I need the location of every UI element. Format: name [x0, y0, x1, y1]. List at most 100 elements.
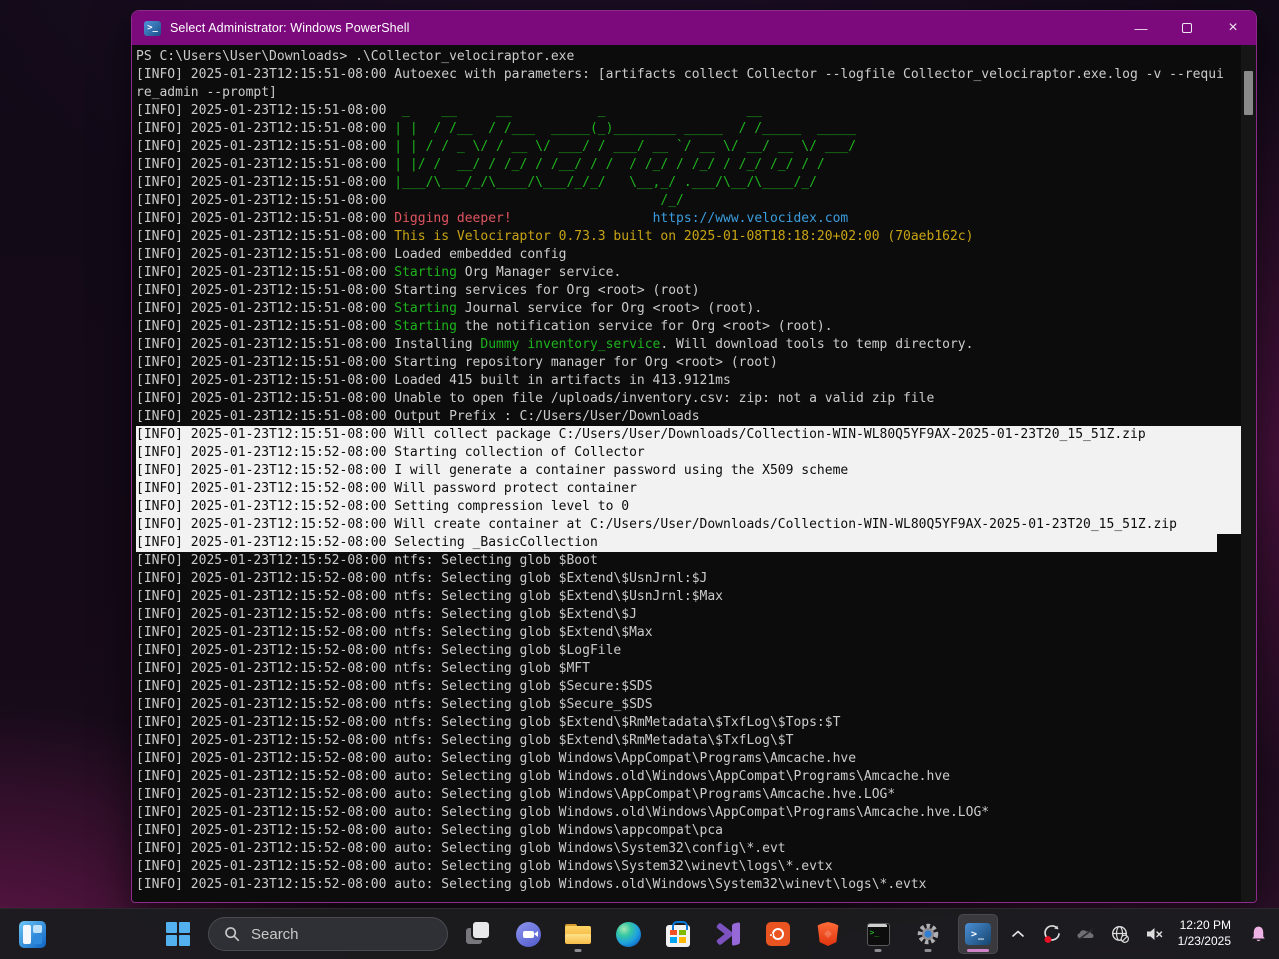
chat-icon [516, 922, 541, 947]
visual-studio-icon [716, 922, 740, 946]
start-button[interactable] [158, 914, 198, 954]
visual-studio-button[interactable] [708, 914, 748, 954]
terminal-line: [INFO] 2025-01-23T12:15:52-08:00 auto: S… [136, 804, 1241, 822]
file-explorer-icon [565, 924, 591, 944]
clock[interactable]: 12:20 PM 1/23/2025 [1174, 918, 1237, 950]
onedrive-button[interactable] [1072, 916, 1100, 952]
minimize-button[interactable]: — [1118, 11, 1164, 45]
terminal-line: [INFO] 2025-01-23T12:15:52-08:00 auto: S… [136, 876, 1241, 894]
terminal-line: [INFO] 2025-01-23T12:15:52-08:00 ntfs: S… [136, 552, 1241, 570]
terminal-line: [INFO] 2025-01-23T12:15:51-08:00 Startin… [136, 264, 1241, 282]
terminal-line: [INFO] 2025-01-23T12:15:52-08:00 ntfs: S… [136, 660, 1241, 678]
search-label: Search [251, 926, 299, 943]
terminal-line: [INFO] 2025-01-23T12:15:52-08:00 auto: S… [136, 786, 1241, 804]
start-icon [166, 922, 190, 946]
terminal-line: [INFO] 2025-01-23T12:15:52-08:00 auto: S… [136, 750, 1241, 768]
terminal-line: [INFO] 2025-01-23T12:15:51-08:00 Startin… [136, 318, 1241, 336]
task-view-icon [466, 922, 490, 946]
ubuntu-button[interactable] [758, 914, 798, 954]
microsoft-store-icon [666, 925, 690, 947]
terminal-line: [INFO] 2025-01-23T12:15:51-08:00 _ __ __… [136, 102, 1241, 120]
terminal-line: [INFO] 2025-01-23T12:15:52-08:00 ntfs: S… [136, 570, 1241, 588]
task-view-button[interactable] [458, 914, 498, 954]
terminal-line: PS C:\Users\User\Downloads> .\Collector_… [136, 48, 1241, 66]
terminal-line: [INFO] 2025-01-23T12:15:51-08:00 Loaded … [136, 246, 1241, 264]
terminal-line: [INFO] 2025-01-23T12:15:51-08:00 | | / /… [136, 138, 1241, 156]
search-box[interactable]: Search [208, 917, 448, 951]
onedrive-offline-icon [1075, 924, 1097, 944]
notification-bell-icon [1249, 924, 1268, 944]
hidden-icons-button[interactable] [1004, 916, 1032, 952]
chat-button[interactable] [508, 914, 548, 954]
terminal-line: [INFO] 2025-01-23T12:15:52-08:00 I will … [136, 462, 1241, 480]
terminal-line: [INFO] 2025-01-23T12:15:51-08:00 Unable … [136, 390, 1241, 408]
running-indicator [875, 949, 882, 952]
chevron-up-icon [1010, 926, 1026, 942]
terminal-line: [INFO] 2025-01-23T12:15:52-08:00 ntfs: S… [136, 696, 1241, 714]
taskbar: Search >_ [0, 908, 1279, 959]
network-button[interactable] [1106, 916, 1134, 952]
ubuntu-icon [766, 922, 790, 946]
edge-button[interactable] [608, 914, 648, 954]
terminal-line: [INFO] 2025-01-23T12:15:52-08:00 Will cr… [136, 516, 1241, 534]
terminal-line: [INFO] 2025-01-23T12:15:51-08:00 Install… [136, 336, 1241, 354]
terminal-line: [INFO] 2025-01-23T12:15:52-08:00 ntfs: S… [136, 606, 1241, 624]
update-pending-button[interactable] [1038, 916, 1066, 952]
window-titlebar[interactable]: >_ Select Administrator: Windows PowerSh… [132, 11, 1256, 45]
maximize-button[interactable] [1164, 11, 1210, 45]
terminal-line: [INFO] 2025-01-23T12:15:51-08:00 Digging… [136, 210, 1241, 228]
settings-button[interactable] [908, 914, 948, 954]
powershell-icon: >_ [965, 923, 991, 945]
widgets-icon [19, 921, 46, 948]
terminal-line: [INFO] 2025-01-23T12:15:52-08:00 auto: S… [136, 858, 1241, 876]
terminal-line: [INFO] 2025-01-23T12:15:51-08:00 |___/\_… [136, 174, 1241, 192]
terminal-line: [INFO] 2025-01-23T12:15:52-08:00 Selecti… [136, 534, 1217, 552]
terminal-line: [INFO] 2025-01-23T12:15:51-08:00 Startin… [136, 282, 1241, 300]
terminal-line: [INFO] 2025-01-23T12:15:52-08:00 ntfs: S… [136, 714, 1241, 732]
volume-button[interactable] [1140, 916, 1168, 952]
sync-alert-icon [1042, 924, 1062, 944]
terminal-line: [INFO] 2025-01-23T12:15:52-08:00 Setting… [136, 498, 1241, 516]
active-indicator [967, 949, 989, 952]
brave-button[interactable] [808, 914, 848, 954]
terminal-line: [INFO] 2025-01-23T12:15:51-08:00 Autoexe… [136, 66, 1241, 84]
terminal-line: [INFO] 2025-01-23T12:15:51-08:00 This is… [136, 228, 1241, 246]
clock-time: 12:20 PM [1178, 918, 1231, 934]
terminal-line: re_admin --prompt] [136, 84, 1241, 102]
terminal-line: [INFO] 2025-01-23T12:15:51-08:00 Loaded … [136, 372, 1241, 390]
terminal-scrollbar[interactable] [1241, 45, 1256, 902]
terminal-line: [INFO] 2025-01-23T12:15:51-08:00 /_/ [136, 192, 1241, 210]
terminal-line: [INFO] 2025-01-23T12:15:52-08:00 ntfs: S… [136, 588, 1241, 606]
terminal-line: [INFO] 2025-01-23T12:15:51-08:00 Startin… [136, 354, 1241, 372]
file-explorer-button[interactable] [558, 914, 598, 954]
terminal-line: [INFO] 2025-01-23T12:15:52-08:00 ntfs: S… [136, 678, 1241, 696]
terminal-button[interactable]: >_ [858, 914, 898, 954]
powershell-button[interactable]: >_ [958, 914, 998, 954]
widgets-button[interactable] [12, 914, 52, 954]
edge-icon [616, 922, 641, 947]
terminal-line: [INFO] 2025-01-23T12:15:51-08:00 Startin… [136, 300, 1241, 318]
maximize-icon [1182, 23, 1192, 33]
terminal-line: [INFO] 2025-01-23T12:15:52-08:00 ntfs: S… [136, 642, 1241, 660]
settings-gear-icon [916, 922, 940, 946]
notification-center-button[interactable] [1243, 916, 1273, 952]
scrollbar-thumb[interactable] [1244, 71, 1253, 115]
close-button[interactable]: × [1210, 11, 1256, 45]
search-icon [223, 925, 241, 943]
terminal-line: [INFO] 2025-01-23T12:15:52-08:00 auto: S… [136, 840, 1241, 858]
volume-muted-icon [1144, 924, 1164, 944]
terminal-line: [INFO] 2025-01-23T12:15:52-08:00 ntfs: S… [136, 624, 1241, 642]
terminal-output[interactable]: PS C:\Users\User\Downloads> .\Collector_… [132, 45, 1241, 902]
terminal-line: [INFO] 2025-01-23T12:15:52-08:00 auto: S… [136, 768, 1241, 786]
terminal-line: [INFO] 2025-01-23T12:15:51-08:00 | | / /… [136, 120, 1241, 138]
running-indicator [925, 949, 932, 952]
window-title: Select Administrator: Windows PowerShell [170, 21, 410, 35]
clock-date: 1/23/2025 [1178, 934, 1231, 950]
terminal-line: [INFO] 2025-01-23T12:15:52-08:00 auto: S… [136, 822, 1241, 840]
brave-icon [817, 922, 839, 946]
running-indicator [575, 949, 582, 952]
microsoft-store-button[interactable] [658, 914, 698, 954]
terminal-line: [INFO] 2025-01-23T12:15:51-08:00 | |/ / … [136, 156, 1241, 174]
terminal-line: [INFO] 2025-01-23T12:15:52-08:00 ntfs: S… [136, 732, 1241, 750]
terminal-line: [INFO] 2025-01-23T12:15:52-08:00 Will pa… [136, 480, 1241, 498]
